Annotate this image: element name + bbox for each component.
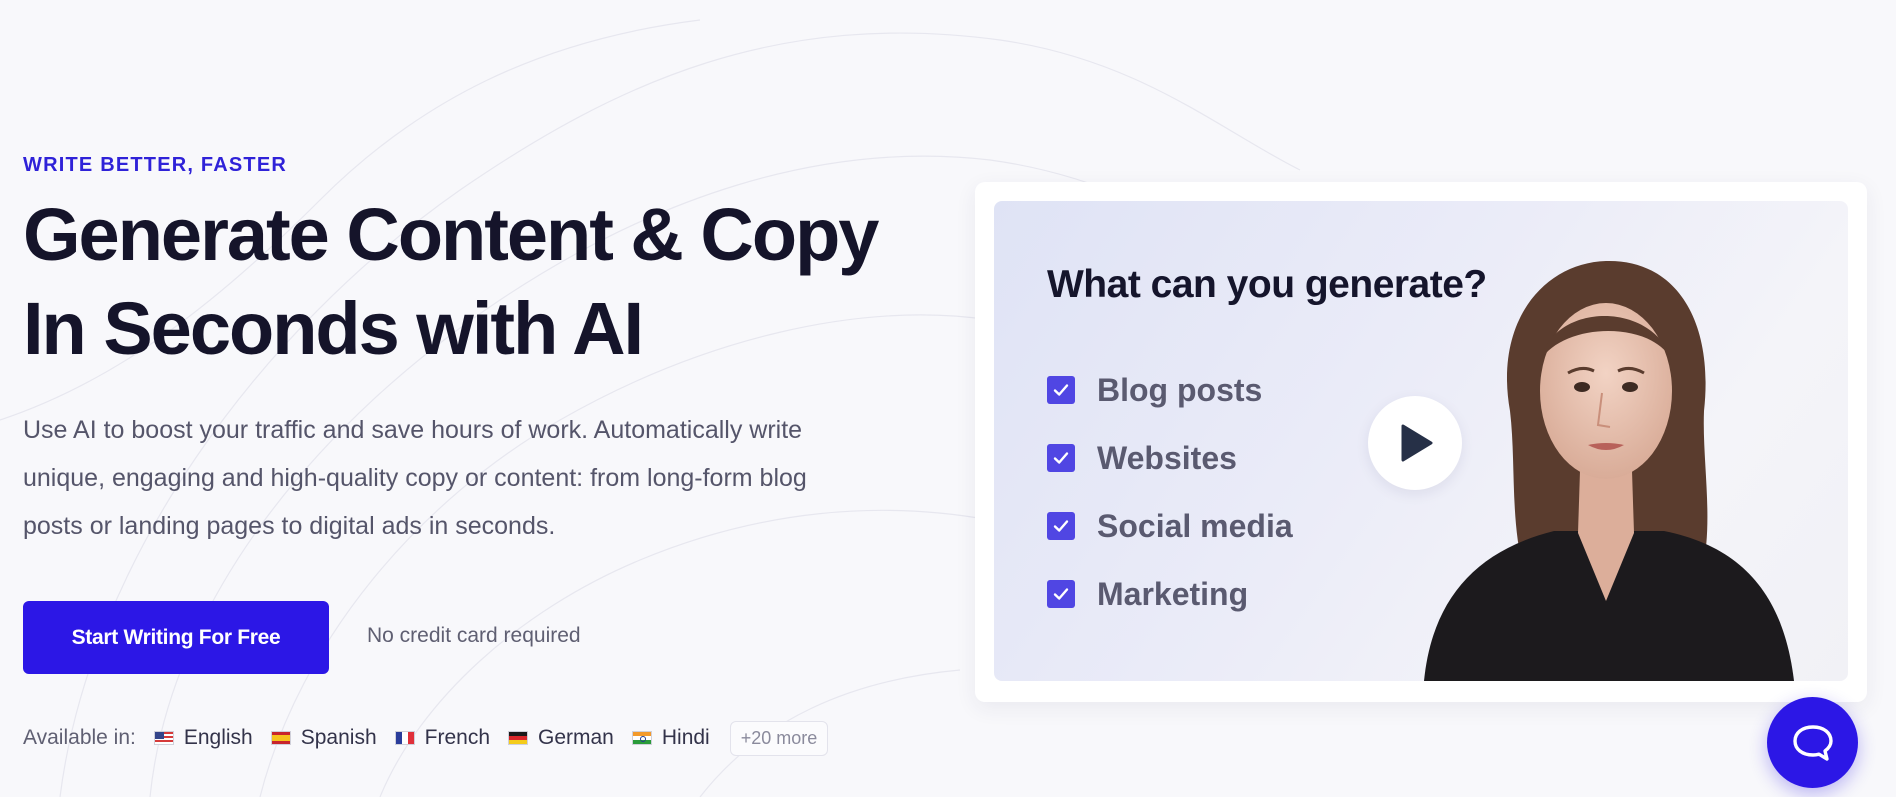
checklist-item: Blog posts [1047, 356, 1293, 424]
language-name: Spanish [300, 726, 377, 749]
language-list: Available in: English Spanish French Ger… [23, 720, 829, 756]
checklist-label: Websites [1097, 439, 1237, 476]
checklist-item: Marketing [1047, 560, 1293, 628]
video-player[interactable]: What can you generate? Blog posts Websit… [994, 201, 1848, 681]
more-languages-badge[interactable]: +20 more [729, 720, 829, 756]
hero-subcopy: Use AI to boost your traffic and save ho… [23, 416, 807, 540]
checklist-item: Websites [1047, 424, 1293, 492]
languages-label: Available in: [23, 726, 136, 749]
chat-bubble-icon [1792, 724, 1833, 761]
checkbox-checked-icon [1047, 580, 1075, 608]
language-hindi: Hindi [631, 726, 710, 750]
checklist-label: Blog posts [1097, 371, 1263, 408]
checklist-label: Social media [1097, 507, 1293, 544]
language-name: Hindi [661, 726, 710, 749]
language-german: German [508, 726, 614, 750]
spain-flag-icon [270, 731, 291, 745]
checkbox-checked-icon [1047, 376, 1075, 404]
play-button[interactable] [1368, 396, 1462, 490]
play-icon [1401, 424, 1433, 462]
france-flag-icon [394, 731, 415, 745]
language-english: English [153, 726, 253, 750]
language-spanish: Spanish [270, 726, 377, 750]
headline-line-1: Generate Content & Copy [23, 193, 879, 276]
us-flag-icon [153, 731, 174, 745]
language-name: French [424, 726, 490, 749]
language-french: French [394, 726, 490, 750]
checkbox-checked-icon [1047, 444, 1075, 472]
checklist-label: Marketing [1097, 575, 1249, 612]
checkbox-checked-icon [1047, 512, 1075, 540]
hero-eyebrow: WRITE BETTER, FASTER [23, 154, 287, 176]
language-name: German [538, 726, 614, 749]
start-writing-button[interactable]: Start Writing For Free [23, 601, 329, 674]
video-card: What can you generate? Blog posts Websit… [975, 182, 1867, 702]
checklist-item: Social media [1047, 492, 1293, 560]
headline-line-2: In Seconds with AI [23, 287, 644, 370]
language-name: English [183, 726, 253, 749]
chat-launcher-button[interactable] [1767, 697, 1858, 788]
generate-checklist: Blog posts Websites Social media Marketi… [1047, 356, 1293, 628]
hero-headline: Generate Content & Copy In Seconds with … [23, 188, 943, 376]
no-credit-card-note: No credit card required [367, 624, 581, 647]
germany-flag-icon [508, 731, 528, 745]
india-flag-icon [631, 731, 652, 745]
